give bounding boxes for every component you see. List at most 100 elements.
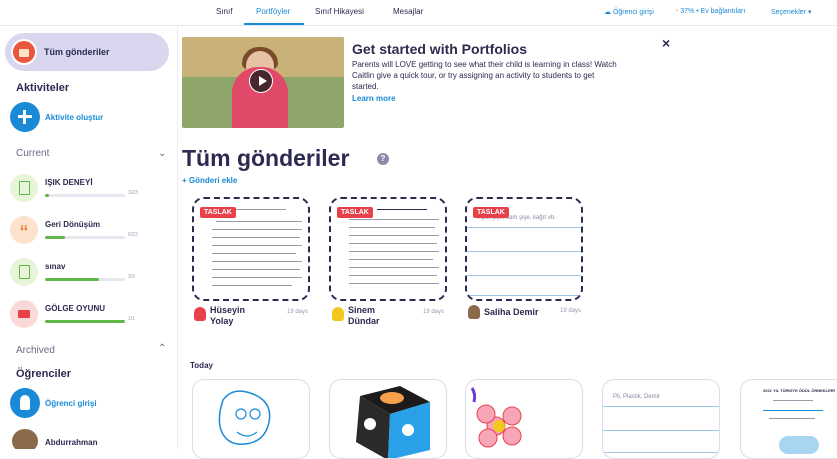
document-line xyxy=(349,227,435,228)
play-icon[interactable] xyxy=(249,69,273,93)
ruled-line xyxy=(603,452,719,453)
plus-icon[interactable] xyxy=(10,102,40,132)
ruled-line xyxy=(467,295,581,296)
drawing-preview xyxy=(218,390,271,445)
post-time: 19 days xyxy=(287,309,309,315)
clipboard-icon xyxy=(10,174,38,202)
document-line xyxy=(212,285,292,286)
sidebar-item-label: Tüm gönderiler xyxy=(44,47,110,57)
tab-class-story[interactable]: Sınıf Hikayesi xyxy=(315,7,364,16)
post-card-cube[interactable] xyxy=(329,379,447,459)
video-icon xyxy=(10,300,38,328)
document-line xyxy=(212,237,300,238)
sidebar: Tüm gönderiler Aktiviteler Aktivite oluş… xyxy=(0,26,178,449)
post-card[interactable]: TASLAK xyxy=(329,197,447,301)
post-card-flower[interactable] xyxy=(465,379,583,459)
help-icon[interactable]: ? xyxy=(377,153,389,165)
student-login-label: Öğrenci girişi xyxy=(612,9,654,16)
top-navigation: Sınıf Portföyler Sınıf Hikayesi Mesajlar… xyxy=(0,0,837,26)
student-login-link[interactable]: Öğrenci girişi xyxy=(45,399,97,408)
post-time: 19 days xyxy=(423,309,445,315)
document-line xyxy=(763,410,823,411)
inbox-icon xyxy=(11,39,37,65)
document-line xyxy=(212,253,296,254)
post-card-document[interactable]: 2021 YIL TÜRKİYE ÖDÜL ÖRNEKLERİ xyxy=(740,379,837,459)
activity-progress-fill xyxy=(45,194,49,197)
document-line xyxy=(349,243,437,244)
activity-item[interactable]: GÖLGE OYUNU 1/1 xyxy=(10,298,170,334)
student-name[interactable]: Abdurrahman xyxy=(45,438,97,447)
add-post-button[interactable]: + Gönderi ekle xyxy=(182,176,237,185)
promo-body: Parents will LOVE getting to see what th… xyxy=(352,60,617,91)
document-image xyxy=(779,436,819,454)
document-line xyxy=(377,209,427,210)
draft-badge: TASLAK xyxy=(337,207,373,218)
promo-title: Get started with Portfolios xyxy=(352,41,528,57)
today-heading: Today xyxy=(190,361,213,370)
document-heading: 2021 YIL TÜRKİYE ÖDÜL ÖRNEKLERİ xyxy=(763,388,835,393)
sidebar-item-all-posts[interactable]: Tüm gönderiler xyxy=(5,33,169,71)
chevron-up-icon[interactable]: ⌃ xyxy=(158,343,166,354)
connected-label: 37% • Ev bağlantıları xyxy=(680,8,746,15)
tab-class[interactable]: Sınıf xyxy=(216,7,232,16)
document-line xyxy=(212,269,300,270)
document-line xyxy=(769,418,815,419)
students-heading: Öğrenciler xyxy=(16,368,72,380)
activity-name: Geri Dönüşüm xyxy=(45,220,101,229)
student-login-icon[interactable] xyxy=(10,388,40,418)
activity-progress-bar xyxy=(45,320,125,323)
activity-progress-fill xyxy=(45,320,125,323)
student-login-link[interactable]: ☁ Öğrenci girişi xyxy=(604,8,654,16)
activity-progress-fill xyxy=(45,278,99,281)
promo-video[interactable] xyxy=(182,37,344,128)
activity-name: IŞIK DENEYİ xyxy=(45,178,93,187)
post-author: Hüseyin Yolay xyxy=(210,305,246,326)
activity-name: sınav xyxy=(45,262,66,271)
activity-count: 3/23 xyxy=(128,190,138,196)
cube-preview xyxy=(356,386,430,458)
ruled-line xyxy=(467,251,581,252)
document-line xyxy=(212,245,302,246)
options-menu[interactable]: Seçenekler ▾ xyxy=(771,8,811,16)
post-card[interactable]: TASLAK xyxy=(192,197,310,301)
activity-progress-bar xyxy=(45,278,125,281)
post-card-drawing[interactable] xyxy=(192,379,310,459)
author-avatar xyxy=(332,307,344,321)
archived-group-title: Archived xyxy=(16,345,55,356)
activity-name: GÖLGE OYUNU xyxy=(45,304,106,313)
close-icon[interactable]: × xyxy=(662,35,670,51)
document-line xyxy=(349,267,439,268)
activity-item[interactable]: IŞIK DENEYİ 3/23 xyxy=(10,172,170,208)
create-activity-link[interactable]: Aktivite oluştur xyxy=(45,113,103,122)
progress-ring-icon: ◔ xyxy=(674,8,679,15)
chevron-down-icon[interactable]: ⌄ xyxy=(158,148,166,159)
document-line xyxy=(349,275,437,276)
activity-item[interactable]: “ Geri Dönüşüm 6/22 xyxy=(10,214,170,250)
current-group-title: Current xyxy=(16,148,50,159)
tab-messages[interactable]: Mesajlar xyxy=(393,7,423,16)
activity-progress-bar xyxy=(45,236,125,239)
cloud-icon: ☁ xyxy=(604,9,611,16)
post-author: Saliha Demir xyxy=(484,307,539,317)
quote-icon: “ xyxy=(10,216,38,244)
ruled-line xyxy=(467,227,581,228)
post-card-note[interactable]: Pil, Plastik, Demir xyxy=(602,379,720,459)
post-card[interactable]: ...pet şişe, cam şişe, kağıt vb. TASLAK xyxy=(465,197,583,301)
activity-progress-fill xyxy=(45,236,65,239)
activity-progress-bar xyxy=(45,194,125,197)
post-time: 19 days xyxy=(560,308,582,314)
activities-heading: Aktiviteler xyxy=(16,82,70,94)
page-title: Tüm gönderiler xyxy=(182,145,350,171)
learn-more-link[interactable]: Learn more xyxy=(352,94,396,103)
tab-portfolios[interactable]: Portföyler xyxy=(256,7,290,16)
document-line xyxy=(216,221,302,222)
activity-count: 2/3 xyxy=(128,274,135,280)
student-avatar xyxy=(12,429,38,449)
document-line xyxy=(773,400,813,401)
document-line xyxy=(349,219,439,220)
ruled-line xyxy=(603,430,719,431)
connected-link[interactable]: ◔ 37% • Ev bağlantıları xyxy=(674,8,745,15)
document-line xyxy=(212,229,302,230)
activity-item[interactable]: sınav 2/3 xyxy=(10,256,170,292)
document-line xyxy=(212,277,302,278)
